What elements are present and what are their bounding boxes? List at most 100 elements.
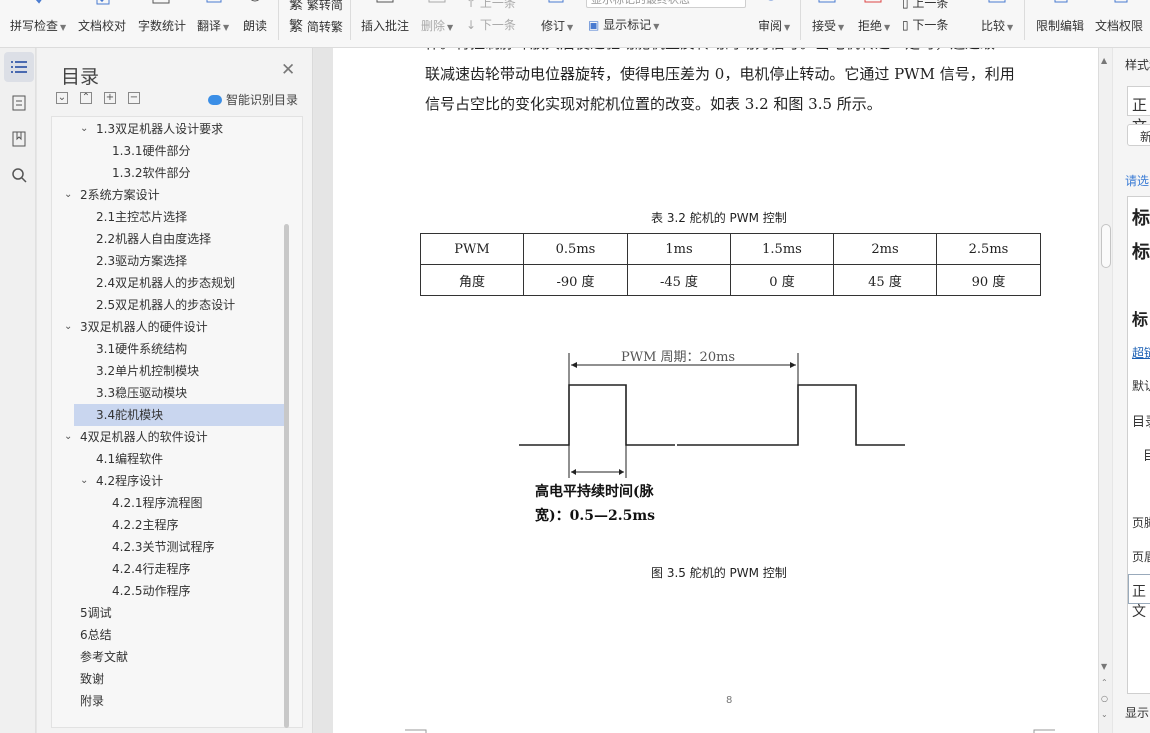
toc-item[interactable]: 4.2.5动作程序: [74, 580, 284, 602]
toc-item[interactable]: 参考文献: [74, 646, 284, 668]
read-aloud-button[interactable]: 朗读: [243, 17, 267, 34]
smart-toc-button[interactable]: 智能识别目录: [208, 91, 298, 108]
prev-change-button[interactable]: ▯ 上一条: [902, 0, 948, 11]
review-button[interactable]: 审阅 ▼: [758, 17, 790, 34]
next-comment-button[interactable]: ↓ 下一条: [466, 16, 516, 33]
toc-scrollbar[interactable]: [284, 224, 289, 728]
arrowhead-left: [571, 362, 577, 368]
chevron-down-icon[interactable]: ⌄: [80, 118, 88, 140]
style-normal-item[interactable]: 正文: [1128, 574, 1150, 620]
delete-comment-button[interactable]: 删除 ▼: [421, 17, 453, 34]
doc-permissions-button[interactable]: 文档权限: [1095, 17, 1143, 34]
compare-button[interactable]: 比较 ▼: [981, 17, 1013, 34]
scrollbar-thumb[interactable]: [1101, 224, 1111, 268]
toc-item[interactable]: ⌄ 4.2程序设计: [74, 470, 284, 492]
toc-item[interactable]: 3.3稳压驱动模块: [74, 382, 284, 404]
style-footer-item[interactable]: 页脚: [1132, 514, 1150, 531]
toc-item[interactable]: ⌄ 2系统方案设计: [64, 184, 284, 206]
simp-convert-button[interactable]: 繁 繁转简: [289, 0, 343, 14]
wordcount-button[interactable]: 字数统计: [138, 17, 186, 34]
table-caption: 表 3.2 舵机的 PWM 控制: [651, 211, 787, 225]
proofread-icon: [96, 0, 110, 5]
chevron-down-icon[interactable]: ⌄: [64, 426, 72, 448]
toc-item[interactable]: 4.1编程软件: [74, 448, 284, 470]
toc-item[interactable]: 4.2.4行走程序: [74, 558, 284, 580]
restrict-editing-button[interactable]: 限制编辑: [1036, 17, 1084, 34]
toc-item[interactable]: 2.2机器人自由度选择: [74, 228, 284, 250]
toc-item[interactable]: 2.5双足机器人的步态设计: [74, 294, 284, 316]
document-scrollbar[interactable]: ▲ ▼ ⌃ ○ ⌄: [1098, 48, 1112, 733]
styles-panel-title: 样式和: [1125, 58, 1150, 72]
delete-comment-icon: [428, 0, 446, 3]
toc-item[interactable]: 1.3.2软件部分: [74, 162, 284, 184]
close-icon[interactable]: ✕: [281, 60, 295, 80]
toc-item[interactable]: 2.4双足机器人的步态规划: [74, 272, 284, 294]
toc-item[interactable]: 3.2单片机控制模块: [74, 360, 284, 382]
chapter-panel-button[interactable]: [4, 88, 34, 118]
chevron-down-icon[interactable]: ⌄: [64, 184, 72, 206]
add-heading-icon[interactable]: +: [104, 92, 116, 104]
style-heading-item[interactable]: 标: [1132, 306, 1148, 330]
reject-icon: [864, 0, 882, 3]
toc-item[interactable]: 附录: [74, 690, 284, 712]
table-cell: 90 度: [936, 264, 1041, 296]
select-browse-icon[interactable]: ○: [1101, 694, 1108, 703]
chevron-down-icon[interactable]: ⌄: [64, 316, 72, 338]
trad-convert-button[interactable]: 繁 简转繁: [289, 16, 343, 36]
toc-item[interactable]: 致谢: [74, 668, 284, 690]
chevron-down-icon[interactable]: ⌄: [80, 470, 88, 492]
cloud-icon: [208, 94, 222, 105]
remove-heading-icon[interactable]: −: [128, 92, 140, 104]
toc-item[interactable]: 3.4舵机模块: [74, 404, 284, 426]
toc-item[interactable]: 4.2.2主程序: [74, 514, 284, 536]
current-style-box[interactable]: 正文: [1127, 86, 1150, 135]
insert-comment-button[interactable]: 插入批注: [361, 17, 409, 34]
prev-page-icon[interactable]: ⌃: [1101, 678, 1108, 687]
toc-item[interactable]: 4.2.1程序流程图: [74, 492, 284, 514]
doc-permissions-icon: [1114, 0, 1128, 3]
table-row: 角度 -90 度 -45 度 0 度 45 度 90 度: [420, 264, 1041, 296]
toc-item[interactable]: 2.3驱动方案选择: [74, 250, 284, 272]
spellcheck-button[interactable]: 拼写检查 ▼: [10, 17, 66, 34]
toc-item[interactable]: 5调试: [74, 602, 284, 624]
track-changes-button[interactable]: 修订 ▼: [541, 17, 573, 34]
new-style-button[interactable]: 新: [1127, 124, 1150, 146]
document-icon: [12, 95, 26, 111]
prev-comment-button[interactable]: ↑ 上一条: [466, 0, 516, 11]
pulse-label-line1: 高电平持续时间(脉: [535, 483, 655, 500]
toc-item[interactable]: 1.3.1硬件部分: [74, 140, 284, 162]
proofread-button[interactable]: 文档校对: [78, 17, 126, 34]
styles-panel: 样式和 正文 新 请选 标 标 标 超链 默认 目录 目 页脚 页眉 正文 显示: [1113, 48, 1150, 733]
accept-button[interactable]: 接受 ▼: [812, 17, 844, 34]
next-page-icon[interactable]: ⌄: [1101, 710, 1108, 719]
toc-item-label: 4.1编程软件: [96, 452, 164, 466]
display-state-select[interactable]: 显示标记的最终状态: [586, 0, 746, 8]
collapse-all-icon[interactable]: ⌄: [56, 92, 68, 104]
toc-item[interactable]: ⌄ 4双足机器人的软件设计: [64, 426, 284, 448]
reject-button[interactable]: 拒绝 ▼: [858, 17, 890, 34]
toc-item[interactable]: ⌄ 1.3双足机器人设计要求: [74, 118, 284, 140]
toc-item[interactable]: 3.1硬件系统结构: [74, 338, 284, 360]
find-panel-button[interactable]: [4, 160, 34, 190]
next-change-button[interactable]: ▯ 下一条: [902, 16, 948, 33]
toc-item[interactable]: 4.2.3关节测试程序: [74, 536, 284, 558]
toc-panel-button[interactable]: [4, 52, 34, 82]
show-markup-button[interactable]: ▣ 显示标记 ▼: [588, 16, 659, 33]
style-toc-sub-item[interactable]: 目: [1143, 445, 1150, 464]
translate-button[interactable]: 翻译 ▼: [197, 17, 229, 34]
style-heading-item[interactable]: 标: [1132, 238, 1150, 264]
toc-item[interactable]: ⌄ 3双足机器人的硬件设计: [64, 316, 284, 338]
style-default-item[interactable]: 默认: [1132, 377, 1150, 394]
style-hyperlink-item[interactable]: 超链: [1132, 344, 1150, 361]
toc-item[interactable]: 6总结: [74, 624, 284, 646]
style-heading-item[interactable]: 标: [1132, 204, 1150, 230]
style-toc-item[interactable]: 目录: [1132, 411, 1150, 430]
expand-up-icon[interactable]: ⌃: [80, 92, 92, 104]
scroll-up-icon[interactable]: ▲: [1101, 56, 1107, 65]
style-header-item[interactable]: 页眉: [1132, 548, 1150, 565]
toc-item[interactable]: 2.1主控芯片选择: [74, 206, 284, 228]
toc-title: 目录: [61, 66, 100, 88]
show-styles-label[interactable]: 显示: [1125, 704, 1149, 721]
scroll-down-icon[interactable]: ▼: [1101, 662, 1107, 671]
bookmark-panel-button[interactable]: [4, 124, 34, 154]
